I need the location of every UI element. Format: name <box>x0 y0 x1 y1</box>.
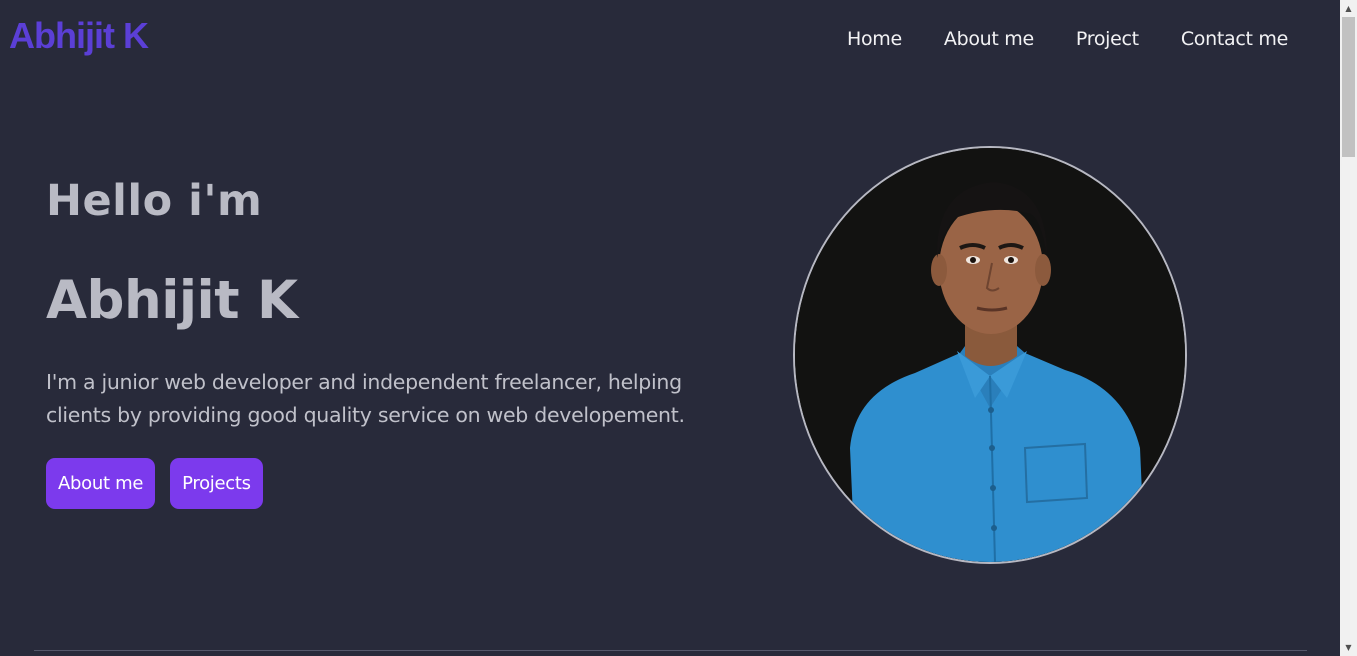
projects-button[interactable]: Projects <box>170 458 263 509</box>
nav-about-me[interactable]: About me <box>944 28 1034 50</box>
hero-greeting: Hello i'm <box>46 176 263 226</box>
nav-contact-me[interactable]: Contact me <box>1181 28 1288 50</box>
nav-home[interactable]: Home <box>847 28 902 50</box>
profile-photo <box>793 146 1187 564</box>
triangle-down-icon[interactable]: ▼ <box>1340 639 1357 656</box>
hero-bio: I'm a junior web developer and independe… <box>46 370 685 427</box>
triangle-up-icon[interactable]: ▲ <box>1340 0 1357 17</box>
page-scrollbar[interactable]: ▲ ▼ <box>1340 0 1357 656</box>
hero-name: Abhijit K <box>46 270 298 331</box>
site-logo[interactable]: Abhijit K <box>9 18 149 54</box>
page: Abhijit K Home About me Project Contact … <box>0 0 1340 656</box>
hero-buttons: About me Projects <box>46 458 686 509</box>
about-me-button[interactable]: About me <box>46 458 156 509</box>
scrollbar-thumb[interactable] <box>1342 17 1355 157</box>
section-divider <box>34 650 1307 651</box>
main-nav: Home About me Project Contact me <box>847 28 1288 50</box>
hero-intro: Hello i'm Abhijit K I'm a junior web dev… <box>46 170 686 509</box>
nav-project[interactable]: Project <box>1076 28 1139 50</box>
profile-portrait-illustration <box>795 148 1185 562</box>
